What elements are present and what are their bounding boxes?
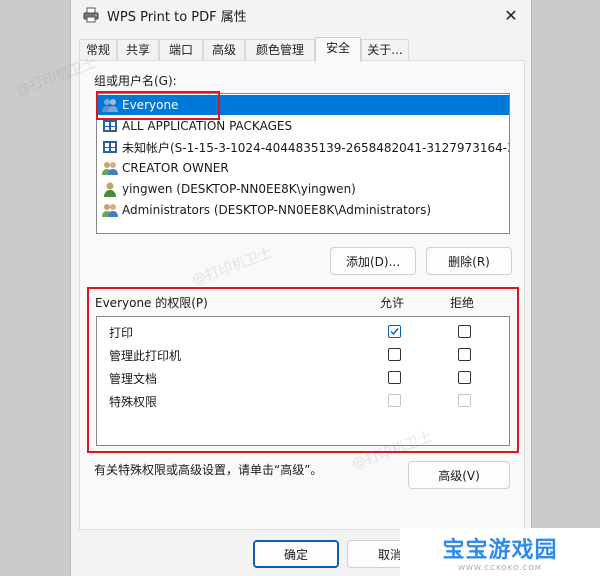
unknown-account-icon (103, 141, 117, 153)
remove-button[interactable]: 删除(R) (426, 247, 512, 275)
tab-sharing[interactable]: 共享 (117, 39, 159, 61)
close-icon: ✕ (504, 5, 518, 25)
add-button[interactable]: 添加(D)... (330, 247, 416, 275)
advanced-button[interactable]: 高级(V) (408, 461, 510, 489)
tab-about[interactable]: 关于... (361, 39, 409, 61)
list-item-creator-owner[interactable]: CREATOR OWNER (98, 158, 509, 178)
window-title: WPS Print to PDF 属性 (107, 10, 247, 25)
site-logo-text: 宝宝游戏园 (442, 538, 558, 563)
list-item-administrators[interactable]: Administrators (DESKTOP-NN0EE8K\Administ… (98, 200, 509, 220)
title-bar: WPS Print to PDF 属性 ✕ (71, 0, 531, 32)
users-icon (102, 162, 118, 175)
everyone-highlight-box (96, 91, 220, 120)
desktop-background-right (532, 0, 600, 576)
app-packages-icon (103, 120, 117, 132)
printer-icon (83, 7, 99, 23)
groups-label: 组或用户名(G): (94, 74, 177, 88)
advanced-hint: 有关特殊权限或高级设置，请单击“高级”。 (94, 463, 323, 477)
tab-advanced[interactable]: 高级 (203, 39, 245, 61)
tab-color-management[interactable]: 颜色管理 (245, 39, 315, 61)
permissions-highlight-box (87, 287, 519, 453)
site-logo-url: WWW.CCKOKO.COM (458, 564, 542, 572)
user-icon (104, 182, 116, 197)
site-logo: 宝宝游戏园 WWW.CCKOKO.COM (400, 528, 600, 576)
tab-ports[interactable]: 端口 (159, 39, 203, 61)
ok-button[interactable]: 确定 (253, 540, 339, 568)
close-button[interactable]: ✕ (491, 0, 531, 30)
list-item-yingwen[interactable]: yingwen (DESKTOP-NN0EE8K\yingwen) (98, 179, 509, 199)
users-icon (102, 204, 118, 217)
list-item-unknown-account[interactable]: 未知帐户(S-1-15-3-1024-4044835139-2658482041… (98, 137, 509, 157)
tab-security[interactable]: 安全 (315, 37, 361, 62)
